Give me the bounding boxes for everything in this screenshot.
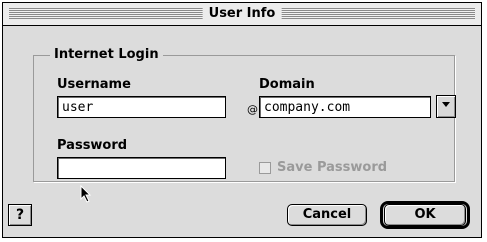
ok-button[interactable]: OK [384,204,466,226]
triangle-down-icon [442,102,450,107]
username-field[interactable] [57,96,226,118]
help-button[interactable]: ? [8,204,32,226]
group-title: Internet Login [50,47,163,62]
username-label: Username [57,77,131,92]
at-symbol: @ [247,103,258,116]
window-title: User Info [202,4,282,23]
arrow-pointer-icon [80,185,92,203]
domain-field[interactable] [259,96,431,118]
save-password-checkbox[interactable] [259,162,271,174]
domain-popup-button[interactable] [436,95,456,118]
password-label: Password [57,138,128,153]
password-field[interactable] [57,157,226,179]
domain-label: Domain [259,77,315,92]
title-bar[interactable]: User Info [3,3,481,26]
save-password-label: Save Password [277,160,388,175]
cancel-button[interactable]: Cancel [287,204,367,226]
